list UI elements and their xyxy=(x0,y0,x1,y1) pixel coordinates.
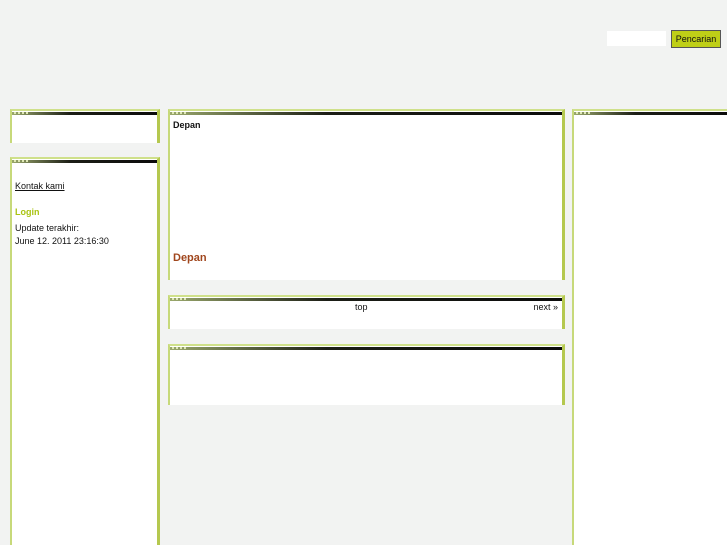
last-update-value: June 12. 2011 23:16:30 xyxy=(15,236,109,246)
breadcrumb: Depan xyxy=(173,120,201,130)
page-heading: Depan xyxy=(173,252,207,264)
search-button[interactable]: Pencarian xyxy=(671,30,721,48)
top-link[interactable]: top xyxy=(355,302,368,312)
left-sidebar-panel: Kontak kami Login Update terakhir: June … xyxy=(10,157,160,545)
next-link[interactable]: next » xyxy=(533,302,558,312)
search-input[interactable] xyxy=(607,31,666,46)
login-link[interactable]: Login xyxy=(15,207,40,217)
main-content-panel: Depan Depan xyxy=(168,109,565,280)
last-update-label: Update terakhir: xyxy=(15,223,80,233)
lower-content-panel xyxy=(168,344,565,405)
contact-link[interactable]: Kontak kami xyxy=(15,181,65,191)
left-top-panel xyxy=(10,109,160,143)
pager-panel: top next » xyxy=(168,295,565,329)
right-sidebar-panel xyxy=(572,109,727,545)
